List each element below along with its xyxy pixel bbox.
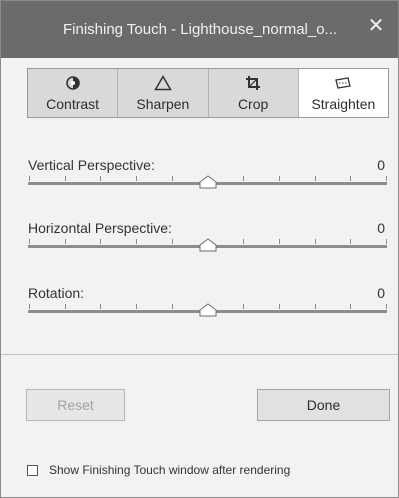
horizontal-perspective-slider: Horizontal Perspective: 0	[28, 220, 387, 260]
finishing-touch-dialog: Finishing Touch - Lighthouse_normal_o...…	[0, 0, 399, 498]
contrast-icon	[28, 75, 117, 91]
show-window-checkbox[interactable]	[27, 465, 38, 476]
tab-contrast-label: Contrast	[46, 96, 100, 112]
straighten-icon	[299, 75, 388, 91]
tab-sharpen-label: Sharpen	[136, 96, 190, 112]
window-title: Finishing Touch - Lighthouse_normal_o...	[63, 21, 338, 38]
crop-icon	[209, 75, 298, 91]
tab-straighten[interactable]: Straighten	[298, 69, 388, 117]
slider-thumb[interactable]	[199, 303, 217, 317]
close-icon[interactable]: ✕	[366, 16, 386, 36]
show-window-checkbox-label: Show Finishing Touch window after render…	[49, 463, 291, 477]
divider	[1, 354, 398, 355]
slider-value: 0	[377, 220, 385, 236]
slider-label: Rotation:	[28, 285, 85, 301]
tab-sharpen[interactable]: Sharpen	[118, 69, 209, 117]
done-button[interactable]: Done	[257, 389, 390, 421]
vertical-perspective-slider: Vertical Perspective: 0	[28, 157, 387, 197]
title-bar: Finishing Touch - Lighthouse_normal_o...…	[1, 1, 398, 58]
slider-thumb[interactable]	[199, 175, 217, 189]
tab-crop-label: Crop	[237, 96, 269, 112]
tab-contrast[interactable]: Contrast	[28, 69, 119, 117]
tool-tabs: Contrast Sharpen Crop Straighten	[27, 68, 389, 118]
tab-crop[interactable]: Crop	[208, 69, 299, 117]
slider-label: Vertical Perspective:	[28, 157, 155, 173]
slider-value: 0	[377, 285, 385, 301]
rotation-slider: Rotation: 0	[28, 285, 387, 325]
slider-label: Horizontal Perspective:	[28, 220, 172, 236]
slider-value: 0	[377, 157, 385, 173]
slider-thumb[interactable]	[199, 238, 217, 252]
reset-button[interactable]: Reset	[26, 389, 125, 421]
tab-straighten-label: Straighten	[311, 96, 376, 112]
sharpen-triangle-icon	[118, 75, 207, 91]
